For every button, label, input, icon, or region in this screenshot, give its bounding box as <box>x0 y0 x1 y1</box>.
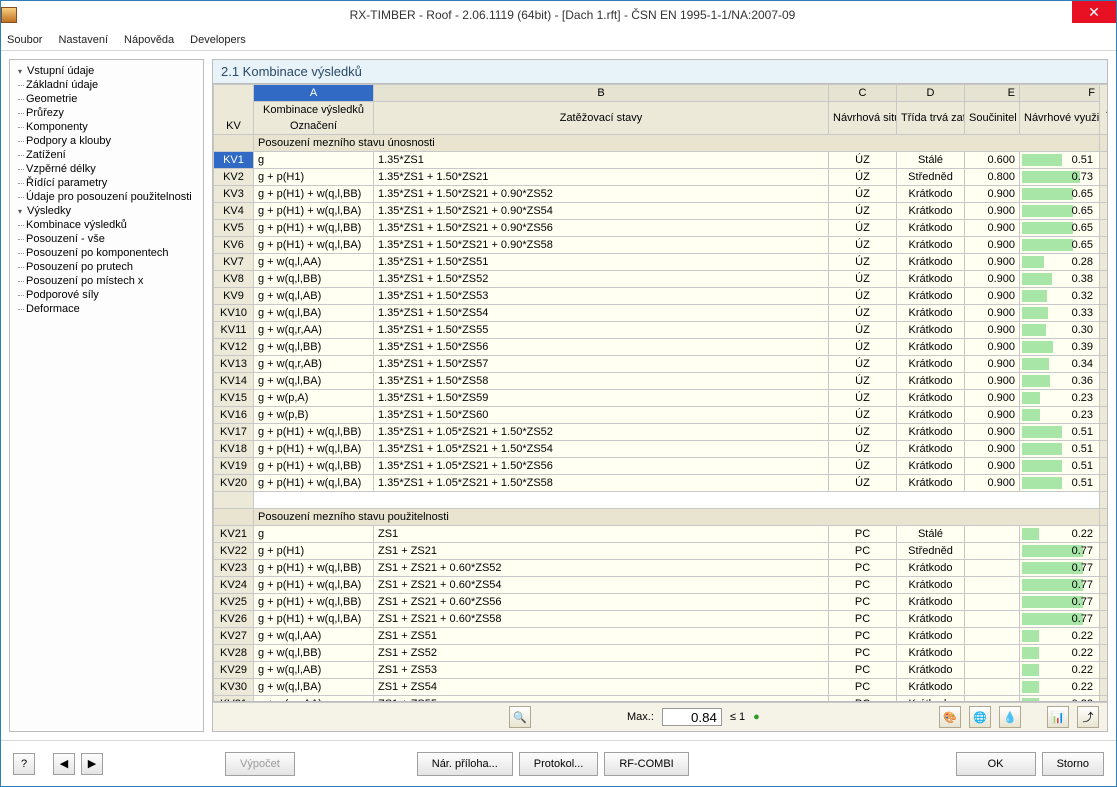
header-e[interactable]: E <box>965 85 1020 102</box>
header-d[interactable]: D <box>897 85 965 102</box>
max-label: Max.: <box>627 711 654 723</box>
nav-item[interactable]: Zatížení <box>12 148 201 162</box>
ok-button[interactable]: OK <box>956 752 1036 776</box>
protocol-button[interactable]: Protokol... <box>519 752 599 776</box>
results-table[interactable]: KV A B C D E F ▲ Kombinace výsledkůOznač… <box>212 84 1108 702</box>
table-row[interactable]: KV30g + w(q,l,BA)ZS1 + ZS54PCKrátkodo0.2… <box>214 679 1109 696</box>
rfcombi-button[interactable]: RF-COMBI <box>604 752 688 776</box>
table-row[interactable]: KV29g + w(q,l,AB)ZS1 + ZS53PCKrátkodo0.2… <box>214 662 1109 679</box>
nav-item[interactable]: Podporové síly <box>12 288 201 302</box>
table-row[interactable]: KV7g + w(q,l,AA)1.35*ZS1 + 1.50*ZS51ÚZKr… <box>214 254 1109 271</box>
group-row: Posouzení mezního stavu použitelnosti <box>214 509 1109 526</box>
prev-button[interactable]: ◀ <box>53 753 75 775</box>
menu-developers[interactable]: Developers <box>190 34 246 46</box>
table-row[interactable]: KV20g + p(H1) + w(q,l,BA)1.35*ZS1 + 1.05… <box>214 475 1109 492</box>
menu-file[interactable]: Soubor <box>7 34 42 46</box>
window-title: RX-TIMBER - Roof - 2.06.1119 (64bit) - [… <box>29 8 1116 22</box>
table-row[interactable]: KV23g + p(H1) + w(q,l,BB)ZS1 + ZS21 + 0.… <box>214 560 1109 577</box>
close-button[interactable]: ✕ <box>1072 1 1116 23</box>
attachment-button[interactable]: Nár. příloha... <box>417 752 513 776</box>
nav-item[interactable]: Vzpěrné délky <box>12 162 201 176</box>
table-row[interactable]: KV13g + w(q,r,AB)1.35*ZS1 + 1.50*ZS57ÚZK… <box>214 356 1109 373</box>
panel-title: 2.1 Kombinace výsledků <box>212 59 1108 84</box>
table-row[interactable]: KV11g + w(q,r,AA)1.35*ZS1 + 1.50*ZS55ÚZK… <box>214 322 1109 339</box>
nav-group-input[interactable]: Vstupní údaje <box>12 64 201 78</box>
scroll-up[interactable]: ▲ <box>1100 85 1109 135</box>
table-row[interactable]: KV25g + p(H1) + w(q,l,BB)ZS1 + ZS21 + 0.… <box>214 594 1109 611</box>
nav-item[interactable]: Posouzení po prutech <box>12 260 201 274</box>
table-row[interactable]: KV10g + w(q,l,BA)1.35*ZS1 + 1.50*ZS54ÚZK… <box>214 305 1109 322</box>
status-ok-icon: ● <box>753 711 760 723</box>
table-toolbar: 🔍 Max.: ≤ 1 ● 🎨 🌐 💧 📊 ⤴ <box>212 702 1108 732</box>
globe-icon[interactable]: 🌐 <box>969 706 991 728</box>
nav-tree[interactable]: Vstupní údaje Základní údajeGeometriePrů… <box>9 59 204 732</box>
nav-item[interactable]: Posouzení po komponentech <box>12 246 201 260</box>
table-row[interactable]: KV16g + w(p,B)1.35*ZS1 + 1.50*ZS60ÚZKrát… <box>214 407 1109 424</box>
table-row[interactable]: KV26g + p(H1) + w(q,l,BA)ZS1 + ZS21 + 0.… <box>214 611 1109 628</box>
filter-icon[interactable]: 🔍 <box>509 706 531 728</box>
table-row[interactable]: KV27g + w(q,l,AA)ZS1 + ZS51PCKrátkodo0.2… <box>214 628 1109 645</box>
menu-help[interactable]: Nápověda <box>124 34 174 46</box>
nav-item[interactable]: Geometrie <box>12 92 201 106</box>
nav-item[interactable]: Průřezy <box>12 106 201 120</box>
table-row[interactable]: KV22g + p(H1)ZS1 + ZS21PCStředněd0.77 <box>214 543 1109 560</box>
nav-item[interactable]: Podpory a klouby <box>12 134 201 148</box>
table-row[interactable]: KV17g + p(H1) + w(q,l,BB)1.35*ZS1 + 1.05… <box>214 424 1109 441</box>
table-row[interactable]: KV2g + p(H1)1.35*ZS1 + 1.50*ZS21ÚZStředn… <box>214 169 1109 186</box>
header-a[interactable]: A <box>254 85 374 102</box>
table-row[interactable]: KV21gZS1PCStálé0.22 <box>214 526 1109 543</box>
nav-item[interactable]: Posouzení po místech x <box>12 274 201 288</box>
header-c[interactable]: C <box>829 85 897 102</box>
nav-item[interactable]: Řídící parametry <box>12 176 201 190</box>
chart-icon[interactable]: 📊 <box>1047 706 1069 728</box>
nav-item[interactable]: Deformace <box>12 302 201 316</box>
next-button[interactable]: ▶ <box>81 753 103 775</box>
color-icon[interactable]: 🎨 <box>939 706 961 728</box>
table-row[interactable]: KV5g + p(H1) + w(q,l,BB)1.35*ZS1 + 1.50*… <box>214 220 1109 237</box>
cancel-button[interactable]: Storno <box>1042 752 1104 776</box>
titlebar: RX-TIMBER - Roof - 2.06.1119 (64bit) - [… <box>1 1 1116 29</box>
drop-icon[interactable]: 💧 <box>999 706 1021 728</box>
header-b[interactable]: B <box>374 85 829 102</box>
header-kv[interactable]: KV <box>214 85 254 135</box>
help-button[interactable]: ? <box>13 753 35 775</box>
menu-settings[interactable]: Nastavení <box>58 34 108 46</box>
group-row: Posouzení mezního stavu únosnosti <box>214 135 1109 152</box>
table-row[interactable]: KV15g + w(p,A)1.35*ZS1 + 1.50*ZS59ÚZKrát… <box>214 390 1109 407</box>
app-icon <box>1 7 17 23</box>
max-value-input[interactable] <box>662 708 722 726</box>
export-icon[interactable]: ⤴ <box>1077 706 1099 728</box>
nav-item[interactable]: Kombinace výsledků <box>12 218 201 232</box>
table-row[interactable]: KV9g + w(q,l,AB)1.35*ZS1 + 1.50*ZS53ÚZKr… <box>214 288 1109 305</box>
max-limit: ≤ 1 <box>730 711 745 723</box>
calc-button[interactable]: Výpočet <box>225 752 295 776</box>
table-row[interactable]: KV14g + w(q,l,BA)1.35*ZS1 + 1.50*ZS58ÚZK… <box>214 373 1109 390</box>
table-row[interactable]: KV8g + w(q,l,BB)1.35*ZS1 + 1.50*ZS52ÚZKr… <box>214 271 1109 288</box>
nav-group-results[interactable]: Výsledky <box>12 204 201 218</box>
table-row[interactable]: KV4g + p(H1) + w(q,l,BA)1.35*ZS1 + 1.50*… <box>214 203 1109 220</box>
footer: ? ◀ ▶ Výpočet Nár. příloha... Protokol..… <box>1 740 1116 786</box>
menubar: Soubor Nastavení Nápověda Developers <box>1 29 1116 51</box>
table-row[interactable]: KV6g + p(H1) + w(q,l,BA)1.35*ZS1 + 1.50*… <box>214 237 1109 254</box>
table-row[interactable]: KV24g + p(H1) + w(q,l,BA)ZS1 + ZS21 + 0.… <box>214 577 1109 594</box>
table-row[interactable]: KV19g + p(H1) + w(q,l,BB)1.35*ZS1 + 1.05… <box>214 458 1109 475</box>
nav-item[interactable]: Komponenty <box>12 120 201 134</box>
table-row[interactable]: KV3g + p(H1) + w(q,l,BB)1.35*ZS1 + 1.50*… <box>214 186 1109 203</box>
header-f[interactable]: F <box>1020 85 1100 102</box>
table-row[interactable]: KV18g + p(H1) + w(q,l,BA)1.35*ZS1 + 1.05… <box>214 441 1109 458</box>
app-window: RX-TIMBER - Roof - 2.06.1119 (64bit) - [… <box>0 0 1117 787</box>
nav-item[interactable]: Údaje pro posouzení použitelnosti <box>12 190 201 204</box>
table-row[interactable]: KV1g1.35*ZS1ÚZStálé0.6000.51 <box>214 152 1109 169</box>
nav-item[interactable]: Posouzení - vše <box>12 232 201 246</box>
table-row[interactable]: KV12g + w(q,l,BB)1.35*ZS1 + 1.50*ZS56ÚZK… <box>214 339 1109 356</box>
table-row[interactable]: KV28g + w(q,l,BB)ZS1 + ZS52PCKrátkodo0.2… <box>214 645 1109 662</box>
nav-item[interactable]: Základní údaje <box>12 78 201 92</box>
